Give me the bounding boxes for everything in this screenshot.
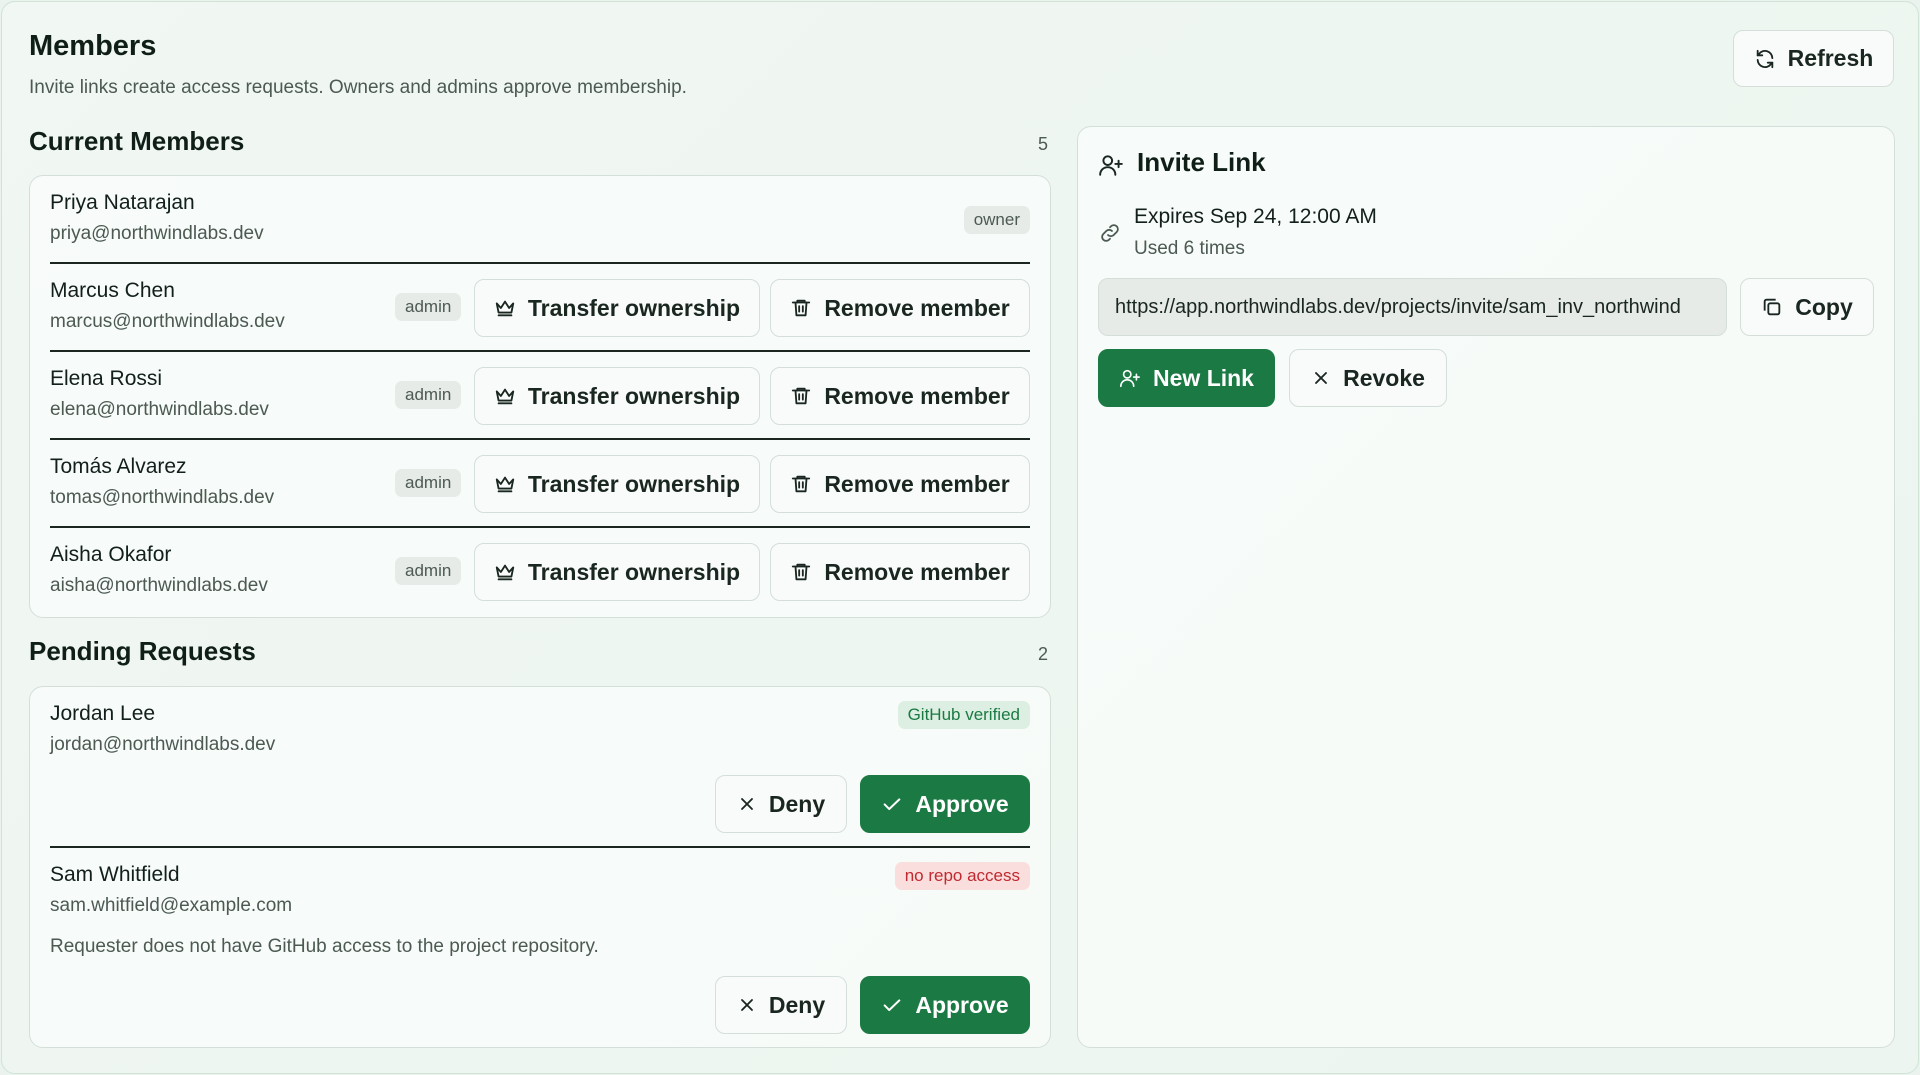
revoke-label: Revoke — [1343, 364, 1425, 391]
request-note: Requester does not have GitHub access to… — [50, 936, 599, 957]
page-subtitle: Invite links create access requests. Own… — [29, 77, 687, 98]
role-badge: admin — [395, 293, 462, 321]
member-row: Tomás Alvarez tomas@northwindlabs.dev ad… — [50, 440, 1030, 528]
trash-icon — [792, 475, 811, 493]
status-badge: no repo access — [894, 862, 1030, 890]
requester-email: sam.whitfield@example.com — [50, 895, 293, 916]
crown-icon — [495, 300, 515, 317]
remove-label: Remove member — [824, 558, 1010, 585]
invite-link-title: Invite Link — [1137, 147, 1266, 177]
page-title: Members — [29, 30, 157, 62]
request-row: Jordan Lee jordan@northwindlabs.dev GitH… — [50, 687, 1030, 846]
role-badge: admin — [395, 381, 462, 409]
member-name: Elena Rossi — [50, 367, 163, 390]
member-email: aisha@northwindlabs.dev — [50, 575, 268, 596]
user-plus-icon — [1099, 155, 1123, 176]
crown-icon — [495, 388, 515, 405]
crown-icon — [495, 476, 515, 493]
user-plus-icon — [1120, 369, 1141, 388]
approve-button[interactable]: Approve — [860, 775, 1030, 833]
transfer-ownership-button[interactable]: Transfer ownership — [474, 455, 760, 513]
trash-icon — [792, 299, 811, 317]
transfer-label: Transfer ownership — [527, 294, 741, 321]
approve-label: Approve — [915, 991, 1009, 1018]
deny-label: Deny — [768, 991, 826, 1018]
transfer-label: Transfer ownership — [527, 470, 741, 497]
current-members-title: Current Members — [29, 126, 245, 156]
remove-member-button[interactable]: Remove member — [770, 455, 1030, 513]
refresh-label: Refresh — [1787, 45, 1874, 71]
link-icon — [1101, 224, 1119, 242]
member-row: Elena Rossi elena@northwindlabs.dev admi… — [50, 352, 1030, 440]
transfer-ownership-button[interactable]: Transfer ownership — [474, 367, 760, 425]
deny-label: Deny — [768, 790, 826, 817]
trash-icon — [792, 563, 811, 581]
status-badge: GitHub verified — [897, 701, 1030, 729]
x-icon — [740, 798, 753, 810]
member-email: marcus@northwindlabs.dev — [50, 311, 285, 332]
member-email: elena@northwindlabs.dev — [50, 399, 269, 420]
pending-requests-card: Jordan Lee jordan@northwindlabs.dev GitH… — [29, 686, 1051, 1048]
invite-usage: Used 6 times — [1134, 238, 1245, 259]
transfer-label: Transfer ownership — [527, 382, 741, 409]
remove-label: Remove member — [824, 294, 1010, 321]
role-badge: owner — [963, 206, 1030, 234]
role-badge: admin — [395, 557, 462, 585]
trash-icon — [792, 387, 811, 405]
x-icon — [1315, 372, 1327, 384]
member-row: Priya Natarajan priya@northwindlabs.dev … — [50, 176, 1030, 264]
member-name: Marcus Chen — [50, 279, 175, 302]
members-page: Members Invite links create access reque… — [1, 1, 1919, 1074]
invite-expiry: Expires Sep 24, 12:00 AM — [1134, 205, 1377, 228]
transfer-ownership-button[interactable]: Transfer ownership — [474, 543, 760, 601]
revoke-button[interactable]: Revoke — [1289, 349, 1447, 407]
copy-button[interactable]: Copy — [1740, 278, 1874, 336]
remove-label: Remove member — [824, 382, 1010, 409]
deny-button[interactable]: Deny — [715, 976, 847, 1034]
approve-label: Approve — [915, 790, 1009, 817]
new-link-label: New Link — [1153, 364, 1254, 391]
requester-name: Sam Whitfield — [50, 863, 180, 886]
requester-email: jordan@northwindlabs.dev — [50, 734, 276, 755]
invite-url-field[interactable] — [1098, 278, 1727, 336]
check-icon — [884, 999, 901, 1012]
current-members-card: Priya Natarajan priya@northwindlabs.dev … — [29, 175, 1051, 618]
transfer-label: Transfer ownership — [527, 558, 741, 585]
member-name: Priya Natarajan — [50, 191, 195, 214]
crown-icon — [495, 564, 515, 581]
remove-member-button[interactable]: Remove member — [770, 543, 1030, 601]
requester-name: Jordan Lee — [50, 702, 156, 725]
pending-requests-count: 2 — [1038, 644, 1049, 664]
remove-member-button[interactable]: Remove member — [770, 279, 1030, 337]
member-email: priya@northwindlabs.dev — [50, 223, 264, 244]
page-header: Members Invite links create access reque… — [29, 30, 687, 99]
member-email: tomas@northwindlabs.dev — [50, 487, 275, 508]
invite-link-panel: Invite Link Expires Sep 24, 12:00 AM Use… — [1077, 126, 1895, 1048]
pending-requests-title: Pending Requests — [29, 636, 256, 666]
refresh-button[interactable]: Refresh — [1733, 30, 1894, 87]
remove-label: Remove member — [824, 470, 1010, 497]
member-name: Tomás Alvarez — [50, 455, 187, 478]
role-badge: admin — [395, 469, 462, 497]
member-name: Aisha Okafor — [50, 543, 172, 566]
remove-member-button[interactable]: Remove member — [770, 367, 1030, 425]
refresh-icon — [1756, 49, 1773, 68]
copy-label: Copy — [1795, 293, 1853, 320]
current-members-count: 5 — [1038, 134, 1049, 154]
request-row: Sam Whitfield sam.whitfield@example.com … — [50, 848, 1030, 1048]
new-link-button[interactable]: New Link — [1098, 349, 1275, 407]
member-row: Aisha Okafor aisha@northwindlabs.dev adm… — [50, 528, 1030, 616]
x-icon — [740, 999, 753, 1011]
copy-icon — [1764, 298, 1781, 316]
member-row: Marcus Chen marcus@northwindlabs.dev adm… — [50, 264, 1030, 352]
transfer-ownership-button[interactable]: Transfer ownership — [474, 279, 760, 337]
check-icon — [884, 798, 901, 811]
deny-button[interactable]: Deny — [715, 775, 847, 833]
approve-button[interactable]: Approve — [860, 976, 1030, 1034]
